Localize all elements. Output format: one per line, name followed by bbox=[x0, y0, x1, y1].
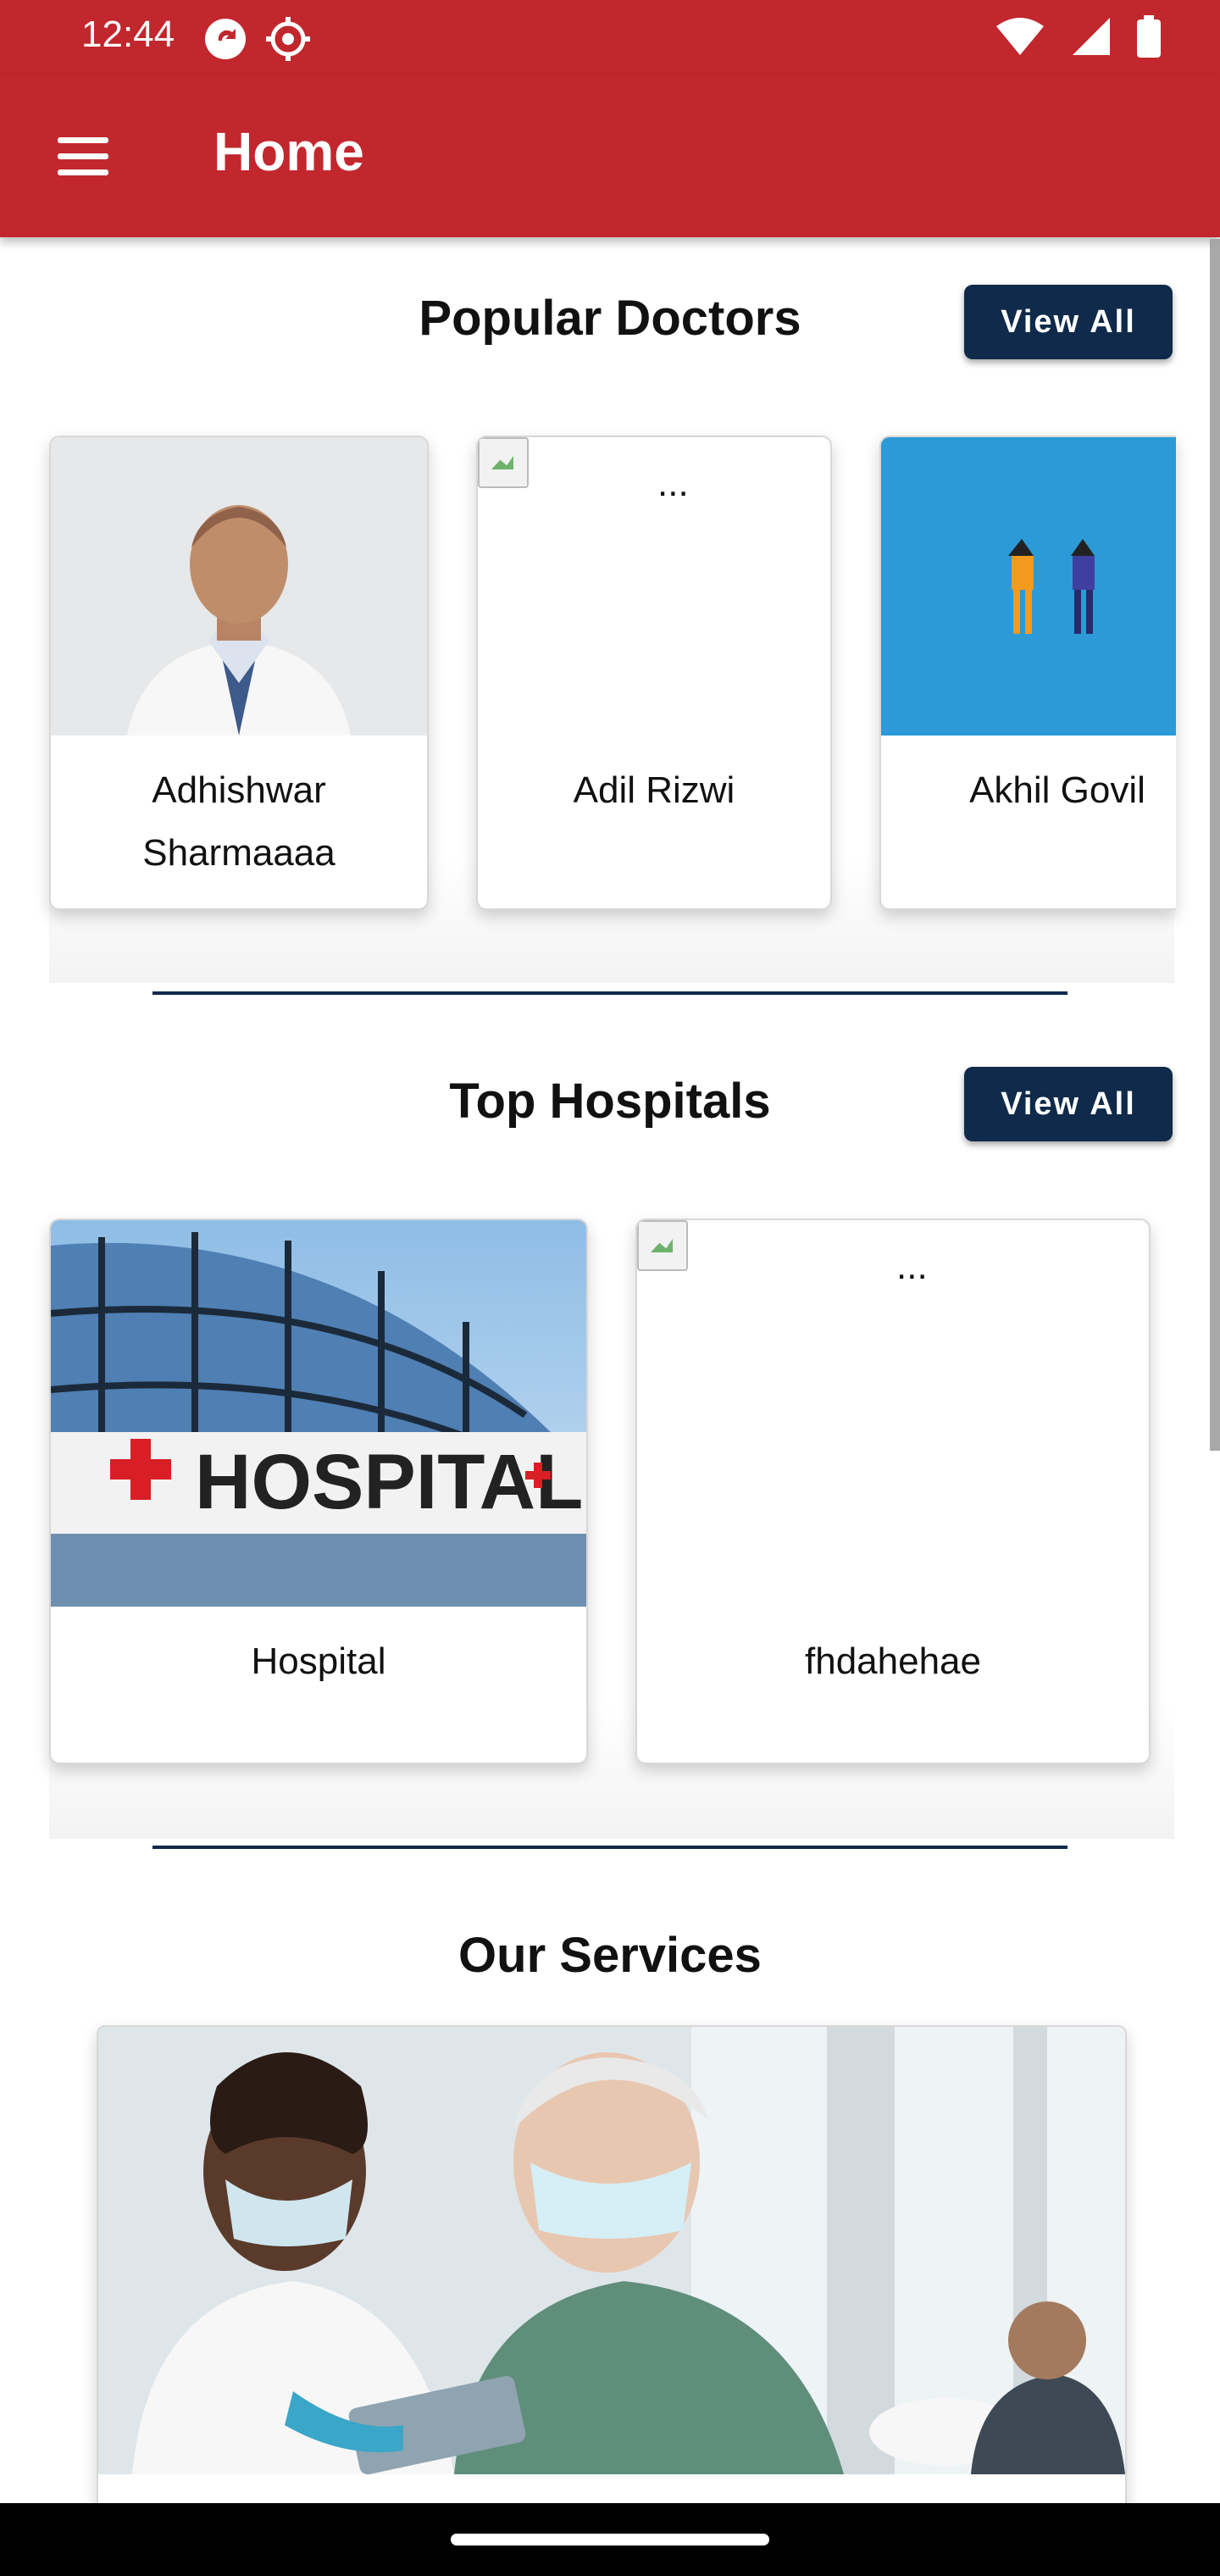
page-title: Home bbox=[214, 121, 364, 182]
menu-icon bbox=[58, 137, 108, 143]
image-placeholder-text: ... bbox=[657, 463, 689, 504]
doctor-photo bbox=[881, 437, 1176, 736]
menu-button[interactable] bbox=[51, 127, 119, 186]
signal-icon bbox=[1073, 18, 1110, 55]
section-divider bbox=[152, 991, 1068, 995]
doctor-card[interactable]: Akhil Govil bbox=[879, 436, 1176, 910]
hospital-card[interactable]: HOSPITAL Hospital bbox=[49, 1219, 588, 1764]
broken-image-icon bbox=[637, 1220, 688, 1271]
app-bar: Home bbox=[0, 76, 1220, 237]
status-time: 12:44 bbox=[81, 14, 175, 55]
our-services-title: Our Services bbox=[458, 1928, 762, 1983]
doctor-name: Adil Rizwi bbox=[573, 769, 735, 811]
hospital-name: fhdahehae bbox=[805, 1641, 981, 1682]
hospital-name: Hospital bbox=[251, 1641, 386, 1682]
system-navigation-bar bbox=[0, 2503, 1220, 2576]
wifi-icon bbox=[996, 18, 1044, 55]
doctor-card[interactable]: ... Adil Rizwi bbox=[476, 436, 832, 910]
service-card[interactable] bbox=[97, 2025, 1127, 2537]
doctor-name: Adhishwar Sharmaaaa bbox=[142, 769, 336, 874]
doctor-photo bbox=[51, 437, 427, 736]
doctor-card[interactable]: Adhishwar Sharmaaaa bbox=[49, 436, 429, 910]
hospital-card[interactable]: ... fhdahehae bbox=[635, 1219, 1151, 1764]
image-placeholder-text: ... bbox=[896, 1246, 928, 1287]
scrollbar[interactable] bbox=[1210, 239, 1220, 1451]
doctors-view-all-button[interactable]: View All bbox=[964, 285, 1173, 359]
status-bar: 12:44 bbox=[0, 0, 1220, 76]
svg-text:HOSPITAL: HOSPITAL bbox=[195, 1439, 583, 1525]
hospitals-view-all-button[interactable]: View All bbox=[964, 1067, 1173, 1141]
sync-icon bbox=[205, 19, 246, 59]
home-indicator[interactable] bbox=[451, 2534, 769, 2545]
doctor-name: Akhil Govil bbox=[969, 769, 1145, 811]
hospital-photo: HOSPITAL bbox=[51, 1220, 586, 1607]
settings-icon bbox=[266, 17, 310, 61]
service-photo bbox=[98, 2027, 1125, 2474]
battery-icon bbox=[1137, 15, 1161, 58]
broken-image-icon bbox=[478, 437, 529, 488]
section-divider bbox=[152, 1846, 1068, 1849]
